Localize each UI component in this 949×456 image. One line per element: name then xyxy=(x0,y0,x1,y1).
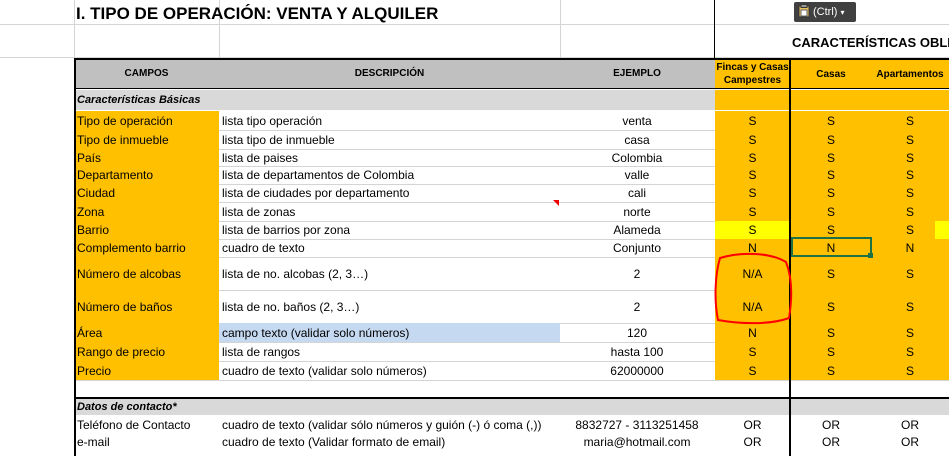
spreadsheet: I. TIPO DE OPERACIÓN: VENTA Y ALQUILER (… xyxy=(0,0,949,456)
red-annotation-circle xyxy=(714,252,793,325)
